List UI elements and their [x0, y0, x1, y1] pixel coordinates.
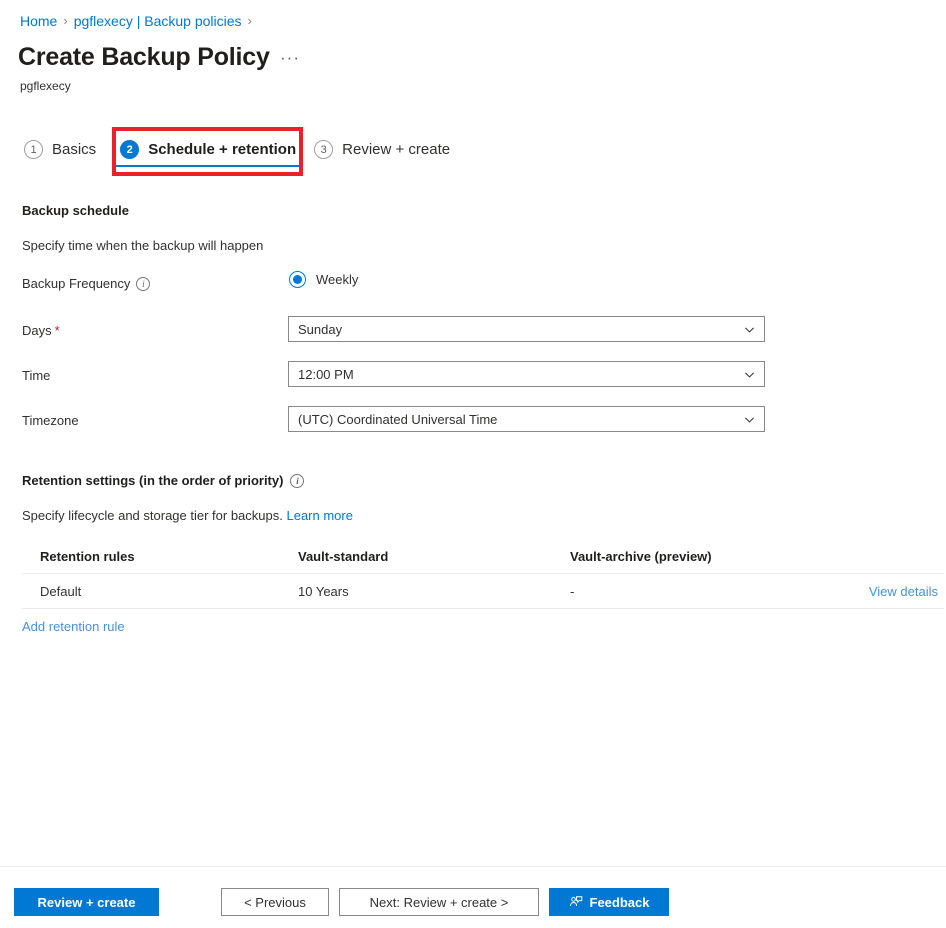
tab-basics-label: Basics [52, 141, 97, 158]
step-number-icon-2: 2 [120, 140, 140, 159]
chevron-down-icon [743, 413, 756, 426]
info-icon[interactable]: i [290, 474, 305, 488]
page-title: Create Backup Policy [18, 43, 270, 71]
step-number-icon-3: 3 [314, 140, 334, 159]
table-row: Default 10 Years - View details [22, 574, 944, 609]
timezone-dropdown-value: (UTC) Coordinated Universal Time [298, 411, 498, 427]
previous-button[interactable]: < Previous [221, 888, 329, 916]
breadcrumb-separator-icon-2: › [247, 13, 252, 28]
column-header-vault-standard: Vault-standard [298, 549, 389, 564]
chevron-down-icon [743, 323, 756, 336]
retention-description-text: Specify lifecycle and storage tier for b… [22, 508, 283, 523]
learn-more-link[interactable]: Learn more [286, 508, 352, 523]
days-label: Days * [22, 322, 60, 340]
days-dropdown[interactable]: Sunday [288, 316, 765, 342]
chevron-down-icon [743, 368, 756, 381]
backup-schedule-heading-label: Backup schedule [22, 203, 129, 218]
backup-frequency-label: Backup Frequency i [22, 275, 151, 293]
active-tab-underline [116, 165, 303, 167]
timezone-label-text: Timezone [22, 413, 79, 428]
backup-schedule-heading: Backup schedule [22, 202, 129, 220]
breadcrumb-separator-icon: › [63, 13, 68, 28]
timezone-dropdown[interactable]: (UTC) Coordinated Universal Time [288, 406, 765, 432]
time-dropdown-value: 12:00 PM [298, 366, 354, 382]
view-details-link[interactable]: View details [869, 584, 938, 599]
backup-frequency-weekly-label: Weekly [316, 272, 359, 287]
page-subtitle: pgflexecy [20, 79, 71, 93]
backup-frequency-label-text: Backup Frequency [22, 276, 131, 291]
tab-basics[interactable]: 1 Basics [20, 134, 108, 167]
required-marker: * [54, 323, 60, 338]
footer-action-bar: Review + create < Previous Next: Review … [0, 867, 946, 928]
breadcrumb-item-home[interactable]: Home [20, 11, 57, 31]
table-header-row: Retention rules Vault-standard Vault-arc… [22, 540, 944, 574]
days-dropdown-value: Sunday [298, 321, 343, 337]
cell-vault-archive: - [570, 583, 575, 599]
time-label-text: Time [22, 368, 51, 383]
backup-schedule-description: Specify time when the backup will happen [22, 238, 264, 253]
time-label: Time [22, 367, 50, 385]
feedback-button-label: Feedback [589, 894, 650, 910]
wizard-steps: 1 Basics 2 Schedule + retention 3 Review… [20, 134, 462, 167]
time-dropdown[interactable]: 12:00 PM [288, 361, 765, 387]
add-retention-rule-link[interactable]: Add retention rule [22, 618, 125, 636]
next-review-create-button[interactable]: Next: Review + create > [339, 888, 539, 916]
feedback-person-icon [569, 895, 583, 909]
breadcrumb: Home › pgflexecy | Backup policies › [20, 11, 252, 31]
column-header-retention-rules: Retention rules [40, 549, 135, 564]
step-number-icon-1: 1 [24, 140, 43, 159]
tab-schedule-retention[interactable]: 2 Schedule + retention [108, 134, 310, 167]
cell-retention-rule-name: Default [40, 583, 82, 599]
tab-schedule-retention-label: Schedule + retention [148, 141, 297, 158]
days-label-text: Days [22, 323, 52, 338]
column-header-vault-archive: Vault-archive (preview) [570, 549, 712, 564]
backup-frequency-weekly-radio[interactable]: Weekly [289, 271, 358, 288]
ellipsis-icon[interactable]: ··· [280, 48, 300, 68]
timezone-label: Timezone [22, 412, 79, 430]
retention-settings-heading: Retention settings (in the order of prio… [22, 472, 305, 490]
cell-vault-standard: 10 Years [298, 583, 349, 599]
info-icon[interactable]: i [136, 277, 151, 291]
breadcrumb-item-backup-policies[interactable]: pgflexecy | Backup policies [74, 11, 242, 31]
feedback-button[interactable]: Feedback [549, 888, 669, 916]
retention-rules-table: Retention rules Vault-standard Vault-arc… [22, 540, 944, 609]
radio-selected-icon [289, 271, 306, 288]
tab-review-create[interactable]: 3 Review + create [310, 134, 462, 167]
retention-settings-description: Specify lifecycle and storage tier for b… [22, 507, 353, 525]
retention-settings-heading-label: Retention settings (in the order of prio… [22, 473, 284, 488]
tab-review-create-label: Review + create [342, 141, 451, 158]
review-create-button[interactable]: Review + create [14, 888, 159, 916]
